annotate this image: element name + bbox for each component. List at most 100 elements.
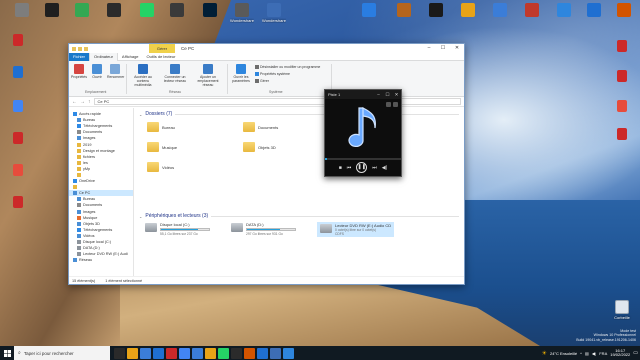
desktop-shortcut[interactable] [520, 3, 544, 18]
new-folder-icon[interactable] [84, 46, 88, 51]
taskbar-search[interactable]: ⌕ Taper ici pour rechercher [14, 346, 110, 360]
desktop-shortcut[interactable] [6, 164, 30, 177]
taskbar-app-icon[interactable] [205, 347, 216, 359]
desktop-shortcut[interactable] [6, 66, 30, 79]
up-icon[interactable]: ↑ [88, 99, 91, 105]
taskbar-app-icon[interactable] [192, 347, 203, 359]
clock[interactable]: 16:17 19/02/2022 [610, 348, 630, 358]
taskbar-app-icon[interactable] [218, 347, 229, 359]
back-icon[interactable]: ← [72, 99, 77, 105]
system-properties-button[interactable]: Propriétés système [255, 72, 290, 76]
taskbar-app-icon[interactable] [257, 347, 268, 359]
properties-icon[interactable] [78, 46, 82, 51]
weather-text[interactable]: 24°C Ensoleillé [550, 351, 577, 356]
folder-item[interactable]: Documents [243, 122, 278, 132]
taskbar-app-icon[interactable] [179, 347, 190, 359]
tab-drive-tools[interactable]: Outils de lecteur [143, 53, 180, 61]
start-button[interactable] [0, 346, 14, 360]
add-network-location-button[interactable]: Ajouter un emplacement réseau [193, 64, 223, 87]
minimize-button[interactable]: – [422, 44, 436, 53]
tab-computer[interactable]: Ordinateur [89, 52, 118, 61]
chevron-up-icon[interactable]: ^ [580, 351, 582, 356]
desktop-shortcut[interactable] [610, 128, 634, 141]
desktop-shortcut[interactable] [610, 40, 634, 53]
desktop-shortcut[interactable] [135, 3, 159, 18]
forward-icon[interactable]: → [80, 99, 85, 105]
minimize-button[interactable]: – [374, 90, 383, 99]
media-button[interactable]: Accéder au contenu multimédia [129, 64, 157, 87]
maximize-button[interactable]: ☐ [436, 44, 450, 53]
close-button[interactable]: ✕ [392, 90, 401, 99]
desktop-shortcut[interactable] [357, 3, 381, 18]
taskbar-app-icon[interactable] [283, 347, 294, 359]
next-icon[interactable]: ⏭ [372, 165, 377, 171]
taskbar-app-icon[interactable] [140, 347, 151, 359]
close-button[interactable]: ✕ [450, 44, 464, 53]
switch-view-icon[interactable] [393, 102, 398, 107]
desktop-shortcut[interactable] [612, 3, 636, 18]
nav-item[interactable]: Réseau [69, 257, 133, 263]
folder-item[interactable]: Vidéos [147, 162, 174, 172]
desktop-shortcut[interactable] [552, 3, 576, 18]
folder-icon[interactable] [72, 46, 76, 51]
folder-item[interactable]: Bureau [147, 122, 175, 132]
taskbar-app-icon[interactable] [114, 347, 125, 359]
desktop-shortcut[interactable] [392, 3, 416, 18]
desktop-shortcut[interactable] [6, 100, 30, 113]
drive-item[interactable]: Lecteur DVD RW (E:) Audio CD 0 octet(s) l… [317, 222, 395, 237]
desktop-shortcut[interactable] [582, 3, 606, 18]
folders-section-header[interactable]: ⌄ Dossiers (7) [139, 110, 459, 118]
desktop-shortcut[interactable]: Wondershare Recover Pro [262, 3, 286, 23]
desktop-shortcut[interactable] [424, 3, 448, 18]
taskbar-app-icon[interactable] [127, 347, 138, 359]
properties-button[interactable]: Propriétés [71, 64, 87, 79]
desktop-shortcut[interactable] [6, 132, 30, 145]
volume-icon[interactable]: ◀) [592, 351, 596, 356]
rename-button[interactable]: Renommer [107, 64, 124, 79]
maximize-button[interactable]: ☐ [383, 90, 392, 99]
drive-item[interactable]: DATA (D:) 297 Go libres sur 931 Go [231, 222, 296, 236]
desktop-shortcut[interactable] [610, 70, 634, 83]
desktop-shortcut[interactable] [6, 34, 30, 47]
previous-icon[interactable]: ⏮ [347, 165, 352, 171]
desktop-shortcut[interactable] [70, 3, 94, 18]
open-button[interactable]: Ouvrir [89, 64, 105, 79]
tab-file[interactable]: Fichier [69, 52, 90, 61]
folder-item[interactable]: Musique [147, 142, 177, 152]
pause-button[interactable]: ❚❚ [356, 162, 368, 173]
desktop-shortcut[interactable] [165, 3, 189, 18]
manage-button[interactable]: Gérer [255, 79, 269, 83]
language-indicator[interactable]: FRA [599, 351, 607, 356]
desktop-shortcut[interactable] [10, 3, 34, 18]
volume-icon[interactable]: ◀) [382, 165, 388, 171]
folder-item[interactable]: Objets 3D [243, 142, 276, 152]
desktop-shortcut[interactable]: Wondershare... [230, 3, 254, 23]
desktop-shortcut[interactable] [198, 3, 222, 18]
context-tab-manage[interactable]: Gérer [149, 44, 175, 53]
drive-item[interactable]: Disque local (C:) 55,1 Go libres sur 237 … [145, 222, 210, 236]
drives-section-header[interactable]: ⌄ Périphériques et lecteurs (3) [139, 212, 459, 220]
map-drive-button[interactable]: Connecter un lecteur réseau [161, 64, 189, 83]
desktop-shortcut[interactable] [456, 3, 480, 18]
taskbar-app-icon[interactable] [153, 347, 164, 359]
open-settings-button[interactable]: Ouvrir les paramètres [231, 64, 251, 83]
desktop-shortcut[interactable] [610, 100, 634, 113]
taskbar-app-icon[interactable] [231, 347, 242, 359]
desktop-shortcut[interactable] [488, 3, 512, 18]
notifications-icon[interactable]: ▭ [633, 350, 638, 356]
explorer-titlebar[interactable]: Gérer Ce PC – ☐ ✕ [69, 44, 464, 53]
taskbar-app-icon[interactable] [244, 347, 255, 359]
taskbar-app-icon[interactable] [166, 347, 177, 359]
seek-bar[interactable] [325, 158, 401, 160]
stop-icon[interactable]: ■ [339, 165, 342, 171]
desktop-shortcut[interactable] [40, 3, 64, 18]
desktop-shortcut[interactable] [102, 3, 126, 18]
nav-item-label: Images [83, 136, 96, 141]
taskbar-app-icon[interactable] [270, 347, 281, 359]
network-icon[interactable]: ▤ [585, 351, 589, 356]
settings-icon[interactable] [386, 102, 391, 107]
tab-view[interactable]: Affichage [118, 53, 143, 61]
uninstall-program-button[interactable]: Désinstaller ou modifier un programme [255, 65, 320, 69]
desktop-shortcut[interactable] [6, 196, 30, 209]
recycle-bin-shortcut[interactable]: Corbeille [610, 300, 634, 320]
